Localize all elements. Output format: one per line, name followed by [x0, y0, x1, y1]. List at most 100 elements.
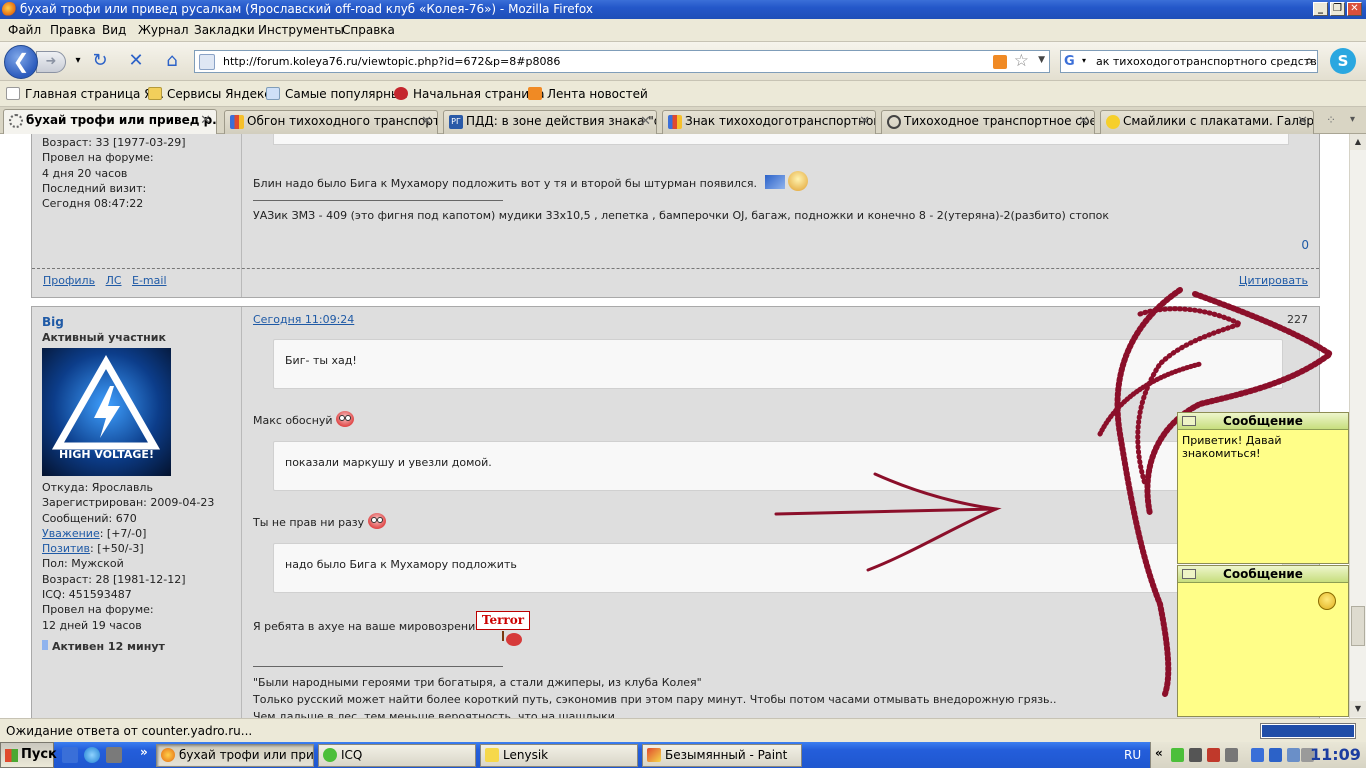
bookmark-most-popular[interactable]: Самые популярные: [266, 87, 408, 101]
menu-tools[interactable]: Инструменты: [258, 23, 344, 37]
tray-expand-icon[interactable]: «: [1155, 746, 1163, 760]
search-text: ак тихоходоготранспортного средства: [1096, 55, 1318, 68]
tab-pdd-sign[interactable]: РГ ПДД: в зоне действия знака "о... ✕: [443, 110, 657, 134]
chat-popup-header: Сообщение: [1178, 566, 1348, 583]
close-button[interactable]: ✕: [1347, 2, 1362, 16]
menu-history[interactable]: Журнал: [138, 23, 189, 37]
menu-bar: Файл Правка Вид Журнал Закладки Инструме…: [0, 19, 1366, 42]
scroll-up-icon[interactable]: ▲: [1350, 134, 1366, 150]
tab-slow-vehicle[interactable]: Тихоходное транспортное сре... ✕: [881, 110, 1095, 134]
reload-icon[interactable]: ↻: [88, 50, 112, 72]
minimize-button[interactable]: _: [1313, 2, 1328, 16]
back-button[interactable]: ❮: [4, 45, 38, 79]
tab-slow-vehicle-sign[interactable]: Знак тихоходоготранспортног... ✕: [662, 110, 876, 134]
task-paint[interactable]: Безымянный - Paint: [642, 744, 802, 767]
volume-icon[interactable]: [1287, 748, 1300, 762]
bookmark-start-page[interactable]: Начальная страница: [394, 87, 545, 101]
bookmark-yandex-home[interactable]: Главная страница Я...: [6, 87, 164, 101]
bookmarks-toolbar: Главная страница Я... Сервисы Яндекса Са…: [0, 81, 1366, 107]
firefox-icon: [2, 2, 17, 17]
firefox-icon: [161, 748, 175, 762]
search-icon[interactable]: ⌕: [1305, 53, 1313, 69]
scrollbar-thumb[interactable]: [1351, 606, 1365, 646]
firefox-start-icon: [394, 87, 408, 100]
tab-close-icon[interactable]: ✕: [1078, 111, 1089, 132]
tab-bar: бухай трофи или привед р... ✕ Обгон тихох…: [0, 107, 1366, 135]
tab-active-forum[interactable]: бухай трофи или привед р... ✕: [3, 109, 217, 135]
bookmark-yandex-services[interactable]: Сервисы Яндекса: [148, 87, 278, 101]
tab-overtaking[interactable]: Обгон тихоходного транспорт... ✕: [224, 110, 438, 134]
message-icon: [1182, 569, 1196, 579]
paint-scribble-overlay: [774, 287, 1336, 697]
device-tray-icon[interactable]: [1225, 748, 1238, 762]
search-bar[interactable]: G ▾ ак тихоходоготранспортного средства …: [1060, 50, 1318, 73]
task-icq[interactable]: ICQ: [318, 744, 476, 767]
rss-icon[interactable]: [993, 55, 1007, 69]
show-desktop-icon[interactable]: [62, 747, 78, 763]
google-search-engine-icon[interactable]: G: [1064, 54, 1080, 70]
tab-smileys[interactable]: Смайлики с плакатами. Галере... ✕: [1100, 110, 1314, 134]
tab-close-icon[interactable]: ✕: [421, 111, 432, 132]
clock: 11:09: [1310, 745, 1361, 764]
site-identity-icon[interactable]: [199, 54, 215, 70]
navigation-toolbar: ➜ ❮ ▾ ↻ ✕ ⌂ http://forum.koleya76.ru/vie…: [0, 42, 1366, 81]
menu-view[interactable]: Вид: [102, 23, 126, 37]
google-icon: [230, 115, 244, 129]
display-tray-icon[interactable]: [1251, 748, 1264, 762]
title-bar: бухай трофи или привед русалкам (Ярослав…: [0, 0, 1366, 19]
folder-icon: [148, 87, 162, 100]
quicklaunch-more-icon[interactable]: »: [140, 745, 148, 759]
language-indicator[interactable]: RU: [1124, 748, 1141, 762]
history-dropdown-icon[interactable]: ▾: [66, 50, 90, 72]
icq-tray-icon[interactable]: [1171, 748, 1184, 762]
menu-help[interactable]: Справка: [342, 23, 395, 37]
all-tabs-icon[interactable]: ⁘: [1326, 113, 1336, 127]
chat-icon: [485, 748, 499, 762]
chat-popup[interactable]: Сообщение: [1177, 565, 1349, 717]
start-button[interactable]: Пуск: [0, 742, 57, 768]
menu-bookmarks[interactable]: Закладки: [194, 23, 255, 37]
vertical-scrollbar[interactable]: ▲ ▼: [1349, 134, 1366, 718]
forward-button[interactable]: ➜: [36, 51, 66, 73]
tab-close-icon[interactable]: ✕: [640, 111, 651, 132]
menu-file[interactable]: Файл: [8, 23, 41, 37]
home-icon[interactable]: ⌂: [160, 50, 184, 72]
my-computer-icon[interactable]: [106, 747, 122, 763]
page-icon: [6, 87, 20, 100]
window-title: бухай трофи или привед русалкам (Ярослав…: [20, 2, 593, 16]
chat-popup[interactable]: Сообщение Приветик! Давай знакомиться!: [1177, 412, 1349, 564]
smart-folder-icon: [266, 87, 280, 100]
tab-close-icon[interactable]: ✕: [859, 111, 870, 132]
bookmark-news-feed[interactable]: Лента новостей: [528, 87, 648, 101]
address-bar[interactable]: http://forum.koleya76.ru/viewtopic.php?i…: [194, 50, 1050, 73]
task-lenysik[interactable]: Lenysik: [480, 744, 638, 767]
loading-icon: [9, 114, 23, 128]
antivirus-tray-icon[interactable]: [1207, 748, 1220, 762]
scroll-down-icon[interactable]: ▼: [1350, 701, 1366, 717]
wink-smiley-icon: [1318, 592, 1336, 610]
steering-wheel-icon: [887, 115, 901, 129]
network-connection-icon[interactable]: [1269, 748, 1282, 762]
engine-dropdown-icon[interactable]: ▾: [1082, 56, 1086, 65]
url-dropdown-icon[interactable]: ▼: [1038, 55, 1045, 65]
stop-icon[interactable]: ✕: [124, 50, 148, 72]
internet-explorer-icon[interactable]: [84, 747, 100, 763]
status-bar: Ожидание ответа от counter.yadro.ru...: [0, 718, 1366, 742]
message-icon: [1182, 416, 1196, 426]
tab-list-dropdown-icon[interactable]: ▾: [1350, 114, 1355, 125]
skype-icon[interactable]: S: [1330, 48, 1356, 74]
network-tray-icon[interactable]: [1189, 748, 1202, 762]
chat-popup-header: Сообщение: [1178, 413, 1348, 430]
bookmark-star-icon[interactable]: ☆: [1014, 51, 1029, 71]
tab-close-icon[interactable]: ✕: [200, 110, 211, 131]
task-firefox[interactable]: бухай трофи или прив...: [156, 744, 314, 767]
google-icon: [668, 115, 682, 129]
loading-progress-bar: [1260, 723, 1356, 739]
tab-close-icon[interactable]: ✕: [1297, 111, 1308, 132]
icq-flower-icon: [323, 748, 337, 762]
rg-site-icon: РГ: [449, 115, 463, 129]
menu-edit[interactable]: Правка: [50, 23, 96, 37]
maximize-button[interactable]: ❐: [1330, 2, 1345, 16]
smiley-icon: [1106, 115, 1120, 129]
url-text: http://forum.koleya76.ru/viewtopic.php?i…: [223, 55, 561, 68]
